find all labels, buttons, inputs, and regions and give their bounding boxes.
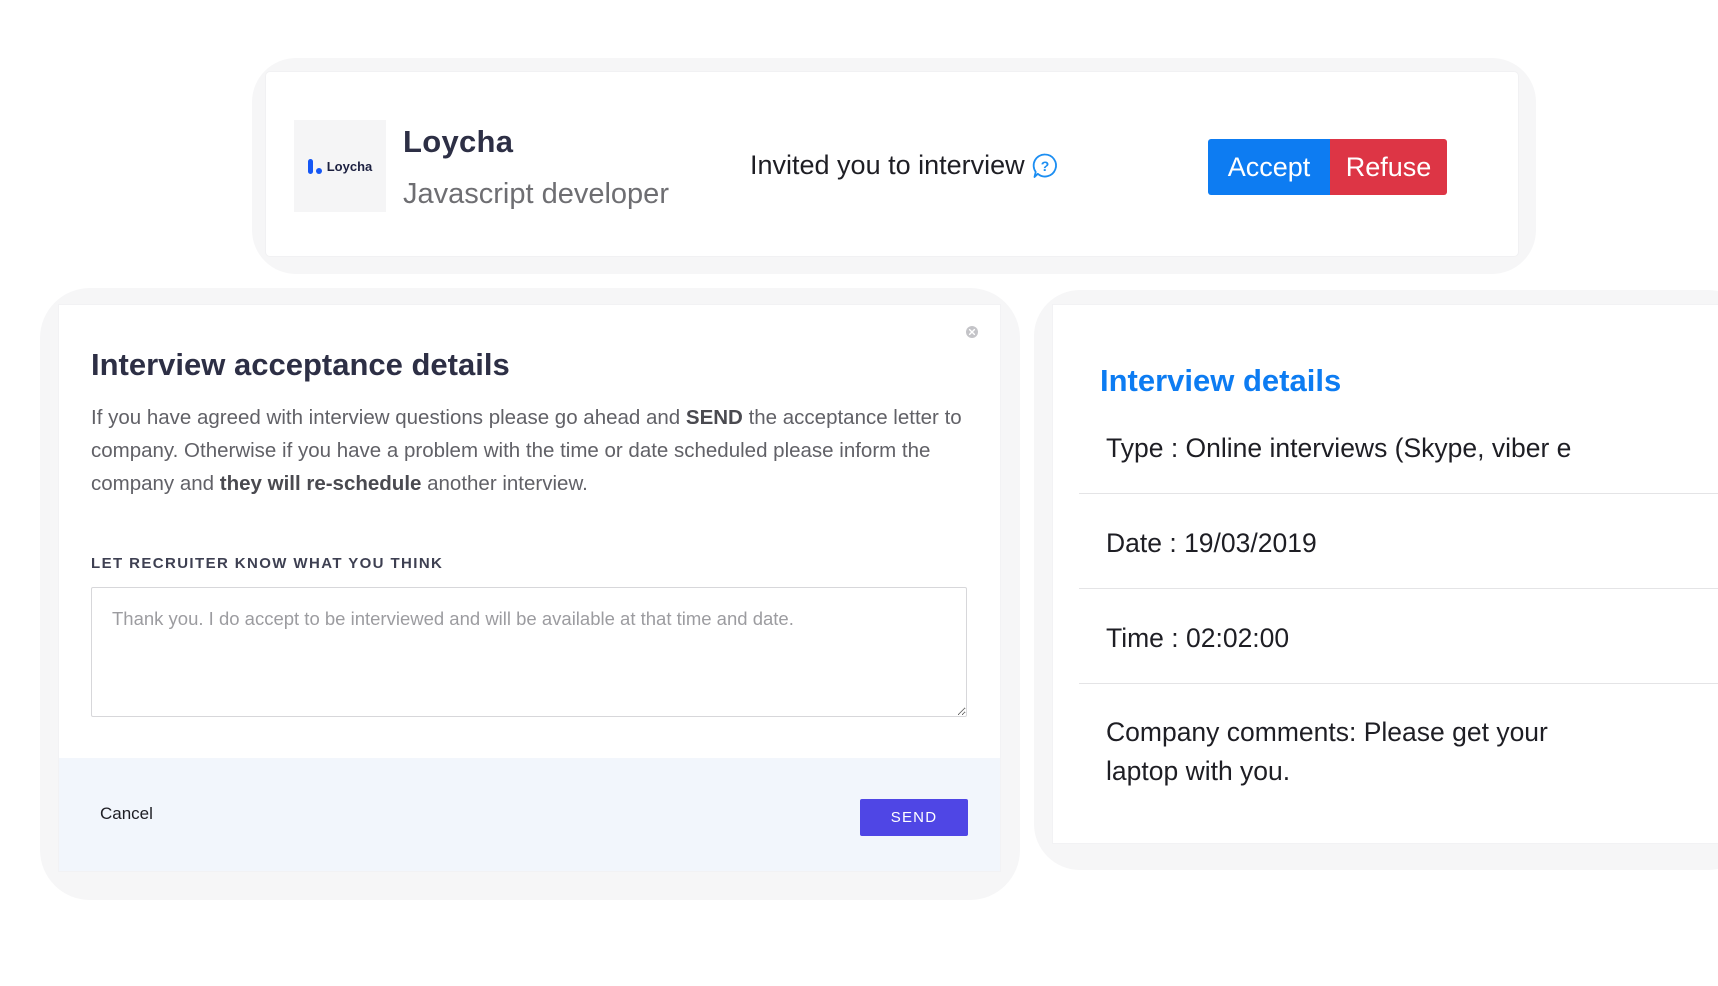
company-logo: Loycha [294, 120, 386, 212]
recruiter-comment-textarea[interactable] [91, 587, 967, 717]
send-button[interactable]: SEND [860, 799, 968, 836]
job-title: Javascript developer [403, 178, 669, 210]
invite-message: Invited you to interview ? [750, 150, 1060, 181]
interview-time: Time : 02:02:00 [1106, 623, 1290, 653]
detail-row-date: Date : 19/03/2019 [1079, 528, 1718, 589]
detail-row-type: Type : Online interviews (Skype, viber e [1079, 433, 1718, 494]
description-bold-send: SEND [685, 406, 743, 429]
comment-field-label: LET RECRUITER KNOW WHAT YOU THINK [91, 555, 444, 572]
modal-footer: Cancel SEND [59, 758, 1000, 871]
interview-details-title: Interview details [1100, 363, 1342, 398]
accept-button[interactable]: Accept [1208, 139, 1330, 195]
close-icon[interactable] [965, 325, 979, 339]
modal-description: If you have agreed with interview questi… [91, 401, 971, 500]
acceptance-modal: Interview acceptance details If you have… [59, 305, 1000, 871]
logo-bar-shape [307, 158, 313, 174]
help-icon[interactable]: ? [1030, 151, 1060, 181]
detail-row-time: Time : 02:02:00 [1079, 623, 1718, 684]
interview-type: Type : Online interviews (Skype, viber e [1106, 433, 1572, 463]
refuse-button[interactable]: Refuse [1330, 139, 1447, 195]
company-comments: Company comments: Please get your laptop… [1106, 717, 1548, 786]
modal-title: Interview acceptance details [91, 347, 510, 382]
logo-text: Loycha [326, 158, 373, 174]
logo-dot-shape [315, 167, 322, 174]
logo-mark: Loycha [307, 158, 373, 174]
description-text: If you have agreed with interview questi… [91, 406, 686, 429]
invite-action-group: Accept Refuse [1208, 139, 1447, 195]
description-text: another interview. [421, 472, 588, 495]
invitation-card: Loycha Loycha Javascript developer Invit… [266, 72, 1518, 256]
page: Loycha Loycha Javascript developer Invit… [0, 0, 1718, 986]
interview-details-card: Interview details Type : Online intervie… [1053, 305, 1718, 843]
description-bold-reschedule: they will re-schedule [219, 472, 422, 495]
svg-text:?: ? [1040, 158, 1049, 174]
company-name: Loycha [403, 124, 514, 159]
invite-message-text: Invited you to interview [750, 150, 1025, 180]
cancel-button[interactable]: Cancel [100, 804, 153, 824]
interview-date: Date : 19/03/2019 [1106, 528, 1317, 558]
